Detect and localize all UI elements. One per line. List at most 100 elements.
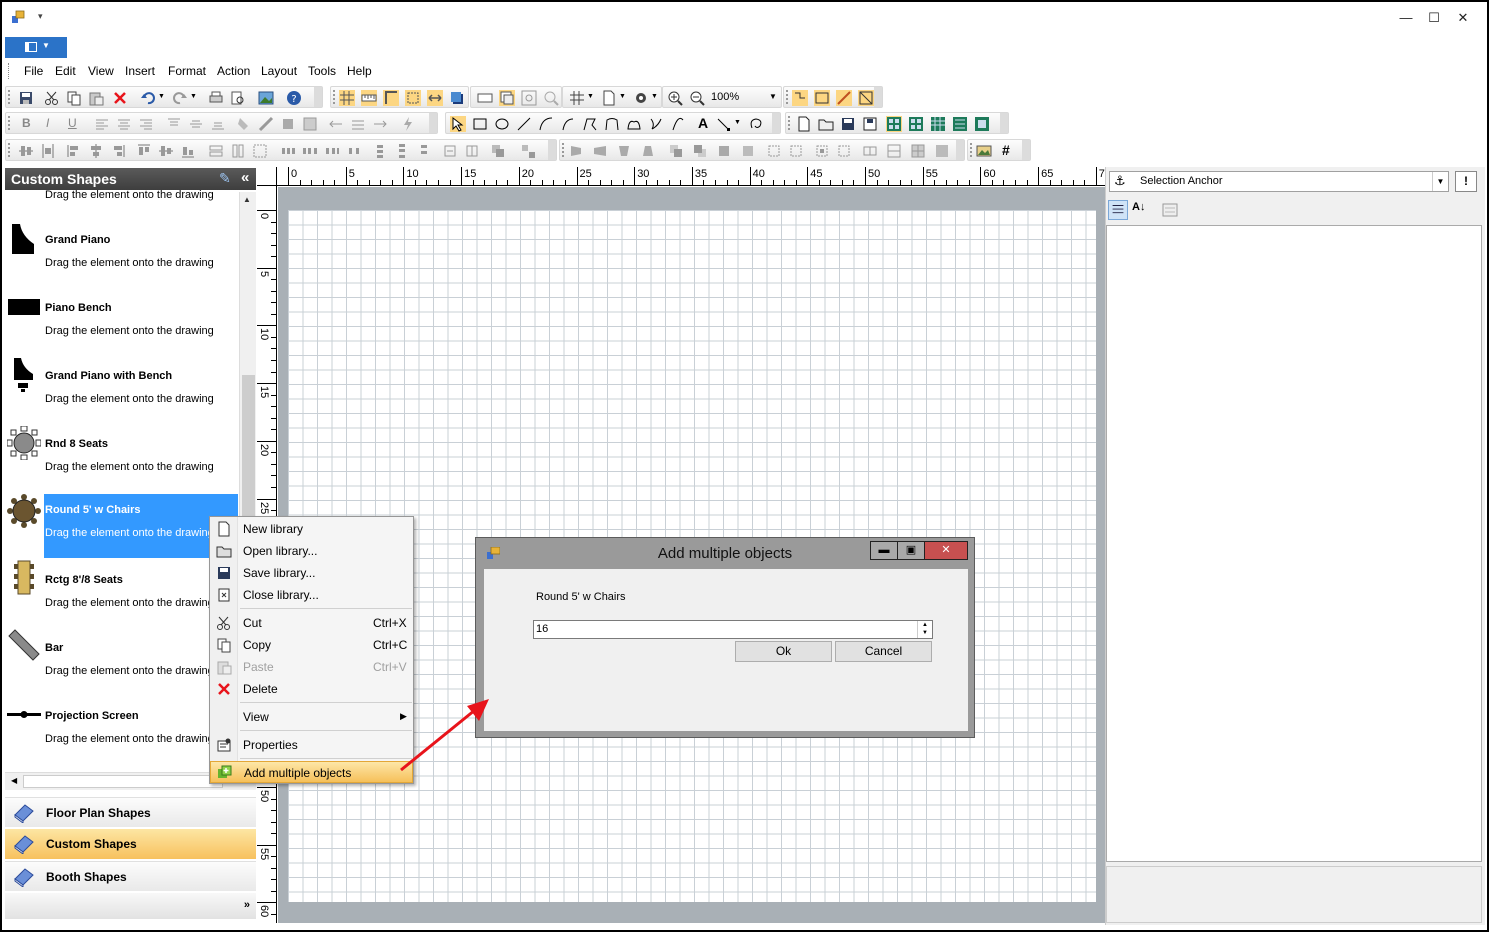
category-booth-shapes[interactable]: Booth Shapes bbox=[5, 861, 256, 891]
align-objects-5-icon[interactable] bbox=[110, 143, 126, 159]
dropdown-arrow-icon[interactable]: ▼ bbox=[1432, 172, 1448, 191]
italic-icon[interactable]: I bbox=[46, 116, 49, 130]
align-objects-8-icon[interactable] bbox=[180, 143, 196, 159]
guides-icon[interactable] bbox=[383, 90, 399, 106]
shadow-style-icon[interactable] bbox=[280, 116, 296, 132]
align-objects-4-icon[interactable] bbox=[88, 143, 104, 159]
open-folder-icon[interactable] bbox=[818, 116, 834, 132]
same-height-icon[interactable] bbox=[230, 143, 246, 159]
layout-4-icon[interactable] bbox=[952, 116, 968, 132]
list-item[interactable]: Piano Bench Drag the element onto the dr… bbox=[5, 288, 238, 352]
quantity-stepper[interactable]: 16 ▲ ▼ bbox=[533, 620, 933, 639]
zoom-in-icon[interactable] bbox=[667, 90, 683, 106]
line-weight-icon[interactable] bbox=[350, 116, 366, 132]
shadow-icon[interactable] bbox=[449, 90, 465, 106]
toolbar-overflow[interactable] bbox=[874, 87, 882, 107]
text-tool-icon[interactable]: A bbox=[698, 115, 708, 131]
lightning-icon[interactable] bbox=[400, 116, 416, 132]
application-menu-button[interactable]: ▼ bbox=[5, 37, 67, 58]
property-pages-icon[interactable] bbox=[1162, 203, 1178, 217]
line-color-icon[interactable] bbox=[258, 116, 274, 132]
copy-icon[interactable] bbox=[66, 90, 82, 106]
layout-3-icon[interactable] bbox=[930, 116, 946, 132]
fit-icon[interactable] bbox=[427, 90, 443, 106]
bring-forward-icon[interactable] bbox=[716, 143, 732, 159]
menu-item-view[interactable]: View ▶ bbox=[210, 706, 413, 728]
no-glue-icon[interactable] bbox=[858, 90, 874, 106]
page-dropdown-icon[interactable]: ▼ bbox=[619, 93, 626, 100]
layout-5-icon[interactable] bbox=[974, 116, 990, 132]
order-4-icon[interactable] bbox=[640, 143, 656, 159]
spin-down-icon[interactable]: ▼ bbox=[918, 629, 932, 637]
toolbar-overflow[interactable] bbox=[1022, 140, 1030, 160]
menu-item-properties[interactable]: Properties bbox=[210, 734, 413, 756]
minimize-button[interactable]: — bbox=[1396, 8, 1416, 28]
menu-item-save-library[interactable]: Save library... bbox=[210, 562, 413, 584]
cut-icon[interactable] bbox=[44, 90, 60, 106]
order-2-icon[interactable] bbox=[592, 143, 608, 159]
align-right-icon[interactable] bbox=[138, 116, 154, 132]
grid-icon[interactable] bbox=[339, 90, 355, 106]
categorized-icon[interactable] bbox=[1108, 200, 1128, 220]
align-middle-icon[interactable] bbox=[188, 116, 204, 132]
group-icon[interactable] bbox=[490, 143, 506, 159]
rotate-left-icon[interactable] bbox=[766, 143, 782, 159]
redo-dropdown-icon[interactable]: ▼ bbox=[190, 93, 197, 100]
rotate-right-icon[interactable] bbox=[788, 143, 804, 159]
bring-front-icon[interactable] bbox=[668, 143, 684, 159]
redo-icon[interactable] bbox=[172, 90, 188, 106]
alphabetical-icon[interactable]: A↓ bbox=[1132, 201, 1145, 213]
space-v-1-icon[interactable] bbox=[372, 143, 388, 159]
list-item[interactable]: Grand Piano with Bench Drag the element … bbox=[5, 356, 238, 420]
menu-item-add-multiple-objects[interactable]: Add multiple objects bbox=[210, 761, 413, 783]
menu-tools[interactable]: Tools bbox=[308, 64, 336, 78]
menu-file[interactable]: File bbox=[24, 64, 43, 78]
lasso-tool-icon[interactable] bbox=[748, 116, 764, 132]
freehand-tool-icon[interactable] bbox=[648, 116, 664, 132]
menu-help[interactable]: Help bbox=[347, 64, 372, 78]
delete-icon[interactable] bbox=[112, 90, 128, 106]
list-item[interactable]: Bar Drag the element onto the drawing bbox=[5, 628, 238, 692]
save-document-icon[interactable] bbox=[840, 116, 856, 132]
arc-tool-icon[interactable] bbox=[538, 116, 554, 132]
print-preview-icon[interactable] bbox=[230, 90, 246, 106]
maximize-button[interactable]: ☐ bbox=[1424, 8, 1444, 28]
toolbar-overflow[interactable] bbox=[429, 113, 437, 133]
line-tool-icon[interactable] bbox=[516, 116, 532, 132]
polyline-tool-icon[interactable] bbox=[582, 116, 598, 132]
menu-item-paste[interactable]: Paste Ctrl+V bbox=[210, 656, 413, 678]
zoom-level[interactable]: 100% bbox=[711, 91, 739, 103]
size-3-icon[interactable] bbox=[910, 143, 926, 159]
menu-layout[interactable]: Layout bbox=[261, 64, 297, 78]
export-image-icon[interactable] bbox=[258, 90, 274, 106]
line-pattern-icon[interactable] bbox=[372, 116, 388, 132]
align-objects-7-icon[interactable] bbox=[158, 143, 174, 159]
space-h-1-icon[interactable] bbox=[280, 143, 296, 159]
style-icon[interactable] bbox=[302, 116, 318, 132]
quick-access-dropdown[interactable]: ▾ bbox=[38, 11, 43, 22]
more-categories-button[interactable]: » bbox=[244, 899, 250, 911]
size-4-icon[interactable] bbox=[934, 143, 950, 159]
hash-icon[interactable]: # bbox=[1002, 142, 1010, 158]
property-pages-button[interactable]: ! bbox=[1455, 171, 1477, 192]
pointer-icon[interactable] bbox=[450, 116, 466, 132]
settings-gear-icon[interactable] bbox=[633, 90, 649, 106]
flip-icon[interactable] bbox=[464, 143, 480, 159]
bold-icon[interactable]: B bbox=[22, 116, 31, 130]
underline-icon[interactable]: U bbox=[68, 116, 77, 130]
list-item[interactable]: Rnd 8 Seats Drag the element onto the dr… bbox=[5, 424, 238, 488]
collapse-panel-button[interactable]: « bbox=[241, 169, 249, 186]
scrollbar-thumb[interactable] bbox=[23, 775, 223, 788]
space-v-4-icon[interactable] bbox=[442, 143, 458, 159]
polygon-tool-icon[interactable] bbox=[604, 116, 620, 132]
crop-1-icon[interactable] bbox=[814, 143, 830, 159]
grid-dropdown-icon[interactable]: ▼ bbox=[587, 93, 594, 100]
category-floor-plan-shapes[interactable]: Floor Plan Shapes bbox=[5, 797, 256, 827]
menu-item-new-library[interactable]: New library bbox=[210, 518, 413, 540]
space-h-4-icon[interactable] bbox=[346, 143, 362, 159]
settings-dropdown-icon[interactable]: ▼ bbox=[651, 93, 658, 100]
align-objects-2-icon[interactable] bbox=[40, 143, 56, 159]
ruler-icon[interactable] bbox=[361, 90, 377, 106]
ungroup-icon[interactable] bbox=[520, 143, 536, 159]
align-left-icon[interactable] bbox=[94, 116, 110, 132]
